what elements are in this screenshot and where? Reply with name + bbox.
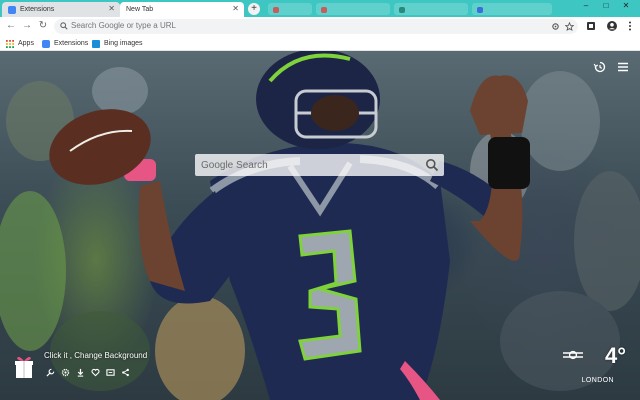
bookmark-apps[interactable]: Apps	[6, 38, 34, 49]
fog-icon	[563, 350, 583, 360]
weather-city: LONDON	[581, 377, 614, 384]
maximize-button[interactable]: □	[596, 0, 616, 12]
forward-icon[interactable]: →	[21, 20, 33, 32]
favicon-icon	[321, 7, 327, 13]
background-tab[interactable]	[316, 3, 390, 15]
screen-icon[interactable]	[106, 368, 115, 377]
new-tab-page: Google Search Click it , Change Backgrou…	[0, 51, 640, 400]
bookmark-bing-images[interactable]: Bing images	[92, 38, 143, 49]
favicon-icon	[477, 7, 483, 13]
tab-strip: Extensions ✕ New Tab ✕ + – □ ✕	[0, 0, 640, 17]
google-search-box[interactable]: Google Search	[195, 154, 444, 176]
browser-toolbar: ← → ↻ Search Google or type a URL	[0, 17, 640, 36]
download-icon[interactable]	[76, 368, 85, 377]
back-icon[interactable]: ←	[5, 20, 17, 32]
search-icon[interactable]	[425, 158, 439, 172]
change-background-link[interactable]: Click it , Change Background	[44, 351, 147, 360]
new-tab-button[interactable]: +	[248, 3, 260, 15]
weather-widget[interactable]: 4° LONDON	[556, 343, 626, 387]
location-target-icon[interactable]	[551, 22, 560, 31]
wrench-icon[interactable]	[46, 368, 55, 377]
close-icon[interactable]: ✕	[108, 5, 115, 13]
background-tab[interactable]	[268, 3, 312, 15]
bookmark-label: Bing images	[104, 40, 143, 47]
profile-avatar-icon[interactable]	[606, 20, 618, 32]
star-icon[interactable]	[565, 22, 574, 31]
puzzle-icon	[8, 5, 16, 14]
search-placeholder: Google Search	[201, 160, 268, 171]
tab-label: Extensions	[20, 6, 55, 13]
bookmarks-bar: Apps Extensions Bing images	[0, 36, 640, 51]
history-icon[interactable]	[593, 60, 607, 74]
omnibox-placeholder: Search Google or type a URL	[71, 21, 176, 30]
minimize-button[interactable]: –	[576, 0, 596, 12]
favicon-icon	[399, 7, 405, 13]
bing-icon	[92, 39, 100, 48]
weather-temperature: 4°	[604, 343, 626, 368]
tool-icons	[46, 368, 130, 378]
hamburger-menu-icon[interactable]	[616, 60, 630, 74]
extension-icon[interactable]	[585, 20, 597, 32]
search-icon	[60, 22, 68, 30]
bookmark-extensions[interactable]: Extensions	[42, 38, 88, 49]
background-photo	[0, 51, 640, 400]
omnibox[interactable]: Search Google or type a URL	[54, 19, 578, 34]
bookmark-label: Extensions	[54, 40, 89, 47]
settings-gear-icon[interactable]	[61, 368, 70, 377]
reload-icon[interactable]: ↻	[37, 20, 49, 32]
puzzle-icon	[42, 39, 50, 48]
share-icon[interactable]	[121, 368, 130, 377]
apps-grid-icon	[6, 39, 14, 48]
background-tab[interactable]	[394, 3, 468, 15]
tab-new-tab[interactable]: New Tab ✕	[120, 2, 244, 17]
heart-icon[interactable]	[91, 368, 100, 377]
background-tab[interactable]	[472, 3, 552, 15]
tab-label: New Tab	[126, 6, 154, 13]
tab-extensions[interactable]: Extensions ✕	[2, 2, 120, 17]
close-window-button[interactable]: ✕	[616, 0, 636, 12]
more-menu-icon[interactable]	[624, 20, 636, 32]
favicon-icon	[273, 7, 279, 13]
gift-icon[interactable]	[14, 354, 34, 380]
bookmark-label: Apps	[18, 40, 34, 47]
close-icon[interactable]: ✕	[232, 5, 239, 13]
